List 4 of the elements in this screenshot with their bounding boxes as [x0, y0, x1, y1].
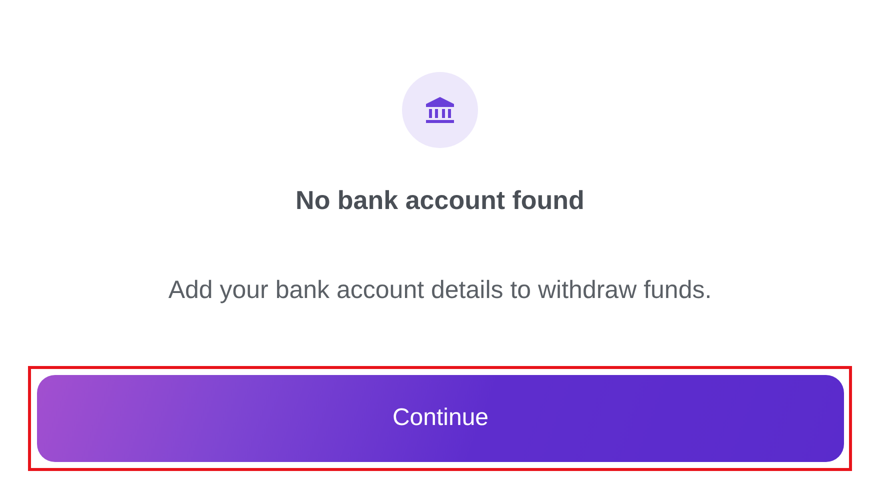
empty-state-message: Add your bank account details to withdraw funds. [168, 275, 712, 306]
bank-icon [425, 96, 455, 124]
empty-state-title: No bank account found [296, 184, 584, 217]
continue-button[interactable]: Continue [37, 374, 844, 462]
